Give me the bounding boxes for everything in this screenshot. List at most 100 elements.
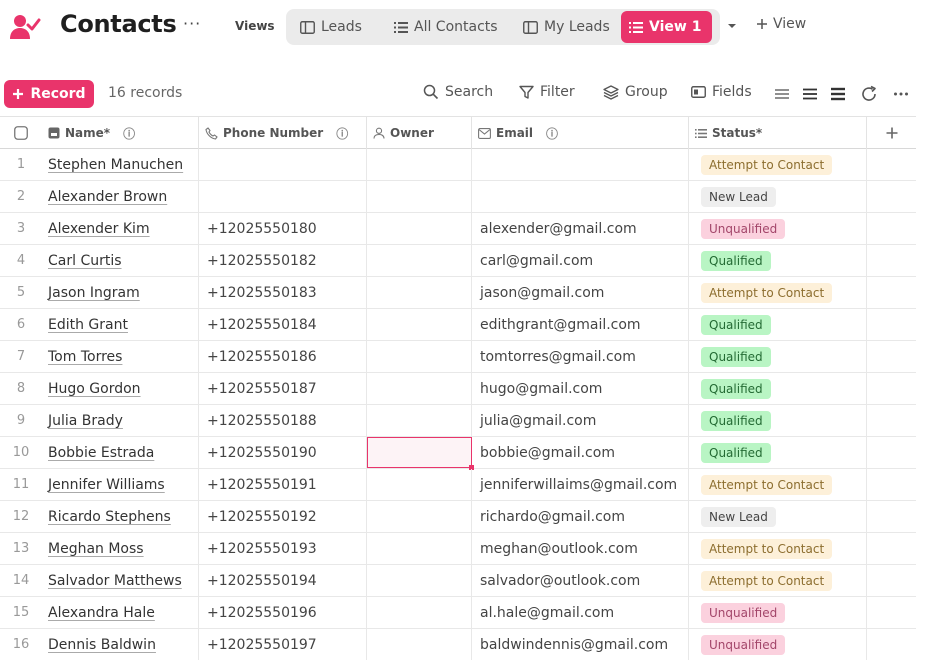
- table-row[interactable]: 15 Alexandra Hale +12025550196 al.hale@gmai…: [0, 597, 916, 629]
- owner-cell[interactable]: [367, 437, 474, 470]
- contact-name-link[interactable]: Jennifer Williams: [48, 477, 165, 493]
- more-options-icon[interactable]: [892, 85, 910, 103]
- tab-all-contacts[interactable]: All Contacts: [386, 11, 506, 43]
- phone-cell[interactable]: +12025550188: [199, 405, 367, 436]
- status-cell[interactable]: Unqualified: [689, 629, 867, 660]
- name-cell[interactable]: Bobbie Estrada: [42, 437, 199, 468]
- contact-name-link[interactable]: Alexender Kim: [48, 221, 150, 237]
- owner-cell[interactable]: [367, 405, 472, 436]
- phone-cell[interactable]: +12025550183: [199, 277, 367, 308]
- info-icon[interactable]: ⓘ: [546, 125, 558, 142]
- contact-name-link[interactable]: Alexandra Hale: [48, 605, 155, 621]
- add-view-button[interactable]: View: [756, 16, 806, 32]
- email-cell[interactable]: jason@gmail.com: [472, 277, 689, 308]
- status-cell[interactable]: Qualified: [689, 309, 867, 340]
- status-cell[interactable]: Qualified: [689, 341, 867, 372]
- phone-cell[interactable]: +12025550191: [199, 469, 367, 500]
- email-cell[interactable]: baldwindennis@gmail.com: [472, 629, 689, 660]
- owner-cell[interactable]: [367, 277, 472, 308]
- status-cell[interactable]: New Lead: [689, 501, 867, 532]
- email-cell[interactable]: meghan@outlook.com: [472, 533, 689, 564]
- email-cell[interactable]: edithgrant@gmail.com: [472, 309, 689, 340]
- contact-name-link[interactable]: Dennis Baldwin: [48, 637, 156, 653]
- row-height-medium-icon[interactable]: [801, 85, 819, 103]
- owner-cell[interactable]: [367, 373, 472, 404]
- contact-name-link[interactable]: Carl Curtis: [48, 253, 122, 269]
- name-cell[interactable]: Tom Torres: [42, 341, 199, 372]
- name-cell[interactable]: Carl Curtis: [42, 245, 199, 276]
- contact-name-link[interactable]: Jason Ingram: [48, 285, 140, 301]
- status-cell[interactable]: Attempt to Contact: [689, 533, 867, 564]
- name-cell[interactable]: Julia Brady: [42, 405, 199, 436]
- row-height-short-icon[interactable]: [773, 85, 791, 103]
- table-row[interactable]: 1 Stephen Manuchen Attempt to Contact: [0, 149, 916, 181]
- select-all-checkbox[interactable]: [0, 117, 42, 149]
- status-cell[interactable]: New Lead: [689, 181, 867, 212]
- email-cell[interactable]: hugo@gmail.com: [472, 373, 689, 404]
- column-header-phone[interactable]: Phone Number ⓘ: [199, 117, 367, 149]
- owner-cell[interactable]: [367, 501, 472, 532]
- info-icon[interactable]: ⓘ: [123, 125, 135, 142]
- status-cell[interactable]: Qualified: [689, 437, 867, 468]
- email-cell[interactable]: julia@gmail.com: [472, 405, 689, 436]
- phone-cell[interactable]: +12025550190: [199, 437, 367, 468]
- contact-name-link[interactable]: Meghan Moss: [48, 541, 144, 557]
- name-cell[interactable]: Alexender Kim: [42, 213, 199, 244]
- contact-name-link[interactable]: Stephen Manuchen: [48, 157, 183, 173]
- contact-name-link[interactable]: Alexander Brown: [48, 189, 167, 205]
- table-row[interactable]: 6 Edith Grant +12025550184 edithgrant@gmail…: [0, 309, 916, 341]
- name-cell[interactable]: Alexandra Hale: [42, 597, 199, 628]
- refresh-icon[interactable]: [860, 85, 878, 103]
- phone-cell[interactable]: +12025550180: [199, 213, 367, 244]
- column-header-status[interactable]: Status*: [689, 117, 867, 149]
- column-header-name[interactable]: Name* ⓘ: [42, 117, 199, 149]
- phone-cell[interactable]: +12025550197: [199, 629, 367, 660]
- status-cell[interactable]: Qualified: [689, 373, 867, 404]
- status-cell[interactable]: Attempt to Contact: [689, 149, 867, 180]
- phone-cell[interactable]: +12025550194: [199, 565, 367, 596]
- owner-cell[interactable]: [367, 309, 472, 340]
- add-column-button[interactable]: [867, 117, 916, 149]
- email-cell[interactable]: bobbie@gmail.com: [472, 437, 689, 468]
- email-cell[interactable]: [472, 149, 689, 180]
- table-row[interactable]: 4 Carl Curtis +12025550182 carl@gmail.com Qu…: [0, 245, 916, 277]
- group-button[interactable]: Group: [603, 84, 668, 100]
- email-cell[interactable]: al.hale@gmail.com: [472, 597, 689, 628]
- email-cell[interactable]: jenniferwillaims@gmail.com: [472, 469, 689, 500]
- phone-cell[interactable]: +12025550187: [199, 373, 367, 404]
- phone-cell[interactable]: [199, 181, 367, 212]
- column-header-email[interactable]: Email ⓘ: [472, 117, 689, 149]
- filter-button[interactable]: Filter: [519, 84, 575, 100]
- status-cell[interactable]: Attempt to Contact: [689, 565, 867, 596]
- contact-name-link[interactable]: Ricardo Stephens: [48, 509, 171, 525]
- contact-name-link[interactable]: Julia Brady: [48, 413, 123, 429]
- status-cell[interactable]: Qualified: [689, 405, 867, 436]
- table-row[interactable]: 12 Ricardo Stephens +12025550192 richardo@g…: [0, 501, 916, 533]
- table-row[interactable]: 2 Alexander Brown New Lead: [0, 181, 916, 213]
- owner-cell[interactable]: [367, 469, 472, 500]
- column-header-owner[interactable]: Owner: [367, 117, 472, 149]
- owner-cell[interactable]: [367, 245, 472, 276]
- name-cell[interactable]: Hugo Gordon: [42, 373, 199, 404]
- owner-cell[interactable]: [367, 181, 472, 212]
- owner-cell[interactable]: [367, 149, 472, 180]
- search-button[interactable]: Search: [423, 84, 493, 100]
- email-cell[interactable]: carl@gmail.com: [472, 245, 689, 276]
- table-row[interactable]: 13 Meghan Moss +12025550193 meghan@outlook.…: [0, 533, 916, 565]
- status-cell[interactable]: Qualified: [689, 245, 867, 276]
- contact-name-link[interactable]: Salvador Matthews: [48, 573, 182, 589]
- owner-cell[interactable]: [367, 213, 472, 244]
- phone-cell[interactable]: +12025550184: [199, 309, 367, 340]
- name-cell[interactable]: Dennis Baldwin: [42, 629, 199, 660]
- chevron-down-icon[interactable]: [724, 18, 740, 34]
- owner-cell[interactable]: [367, 341, 472, 372]
- phone-cell[interactable]: +12025550193: [199, 533, 367, 564]
- tab-view-1[interactable]: View 1: [621, 11, 712, 43]
- table-row[interactable]: 16 Dennis Baldwin +12025550197 baldwindenni…: [0, 629, 916, 660]
- phone-cell[interactable]: +12025550196: [199, 597, 367, 628]
- name-cell[interactable]: Jennifer Williams: [42, 469, 199, 500]
- row-height-tall-icon[interactable]: [829, 85, 847, 103]
- table-row[interactable]: 10 Bobbie Estrada +12025550190 bobbie@gmail…: [0, 437, 916, 470]
- more-options-icon[interactable]: ···: [183, 14, 201, 33]
- email-cell[interactable]: alexender@gmail.com: [472, 213, 689, 244]
